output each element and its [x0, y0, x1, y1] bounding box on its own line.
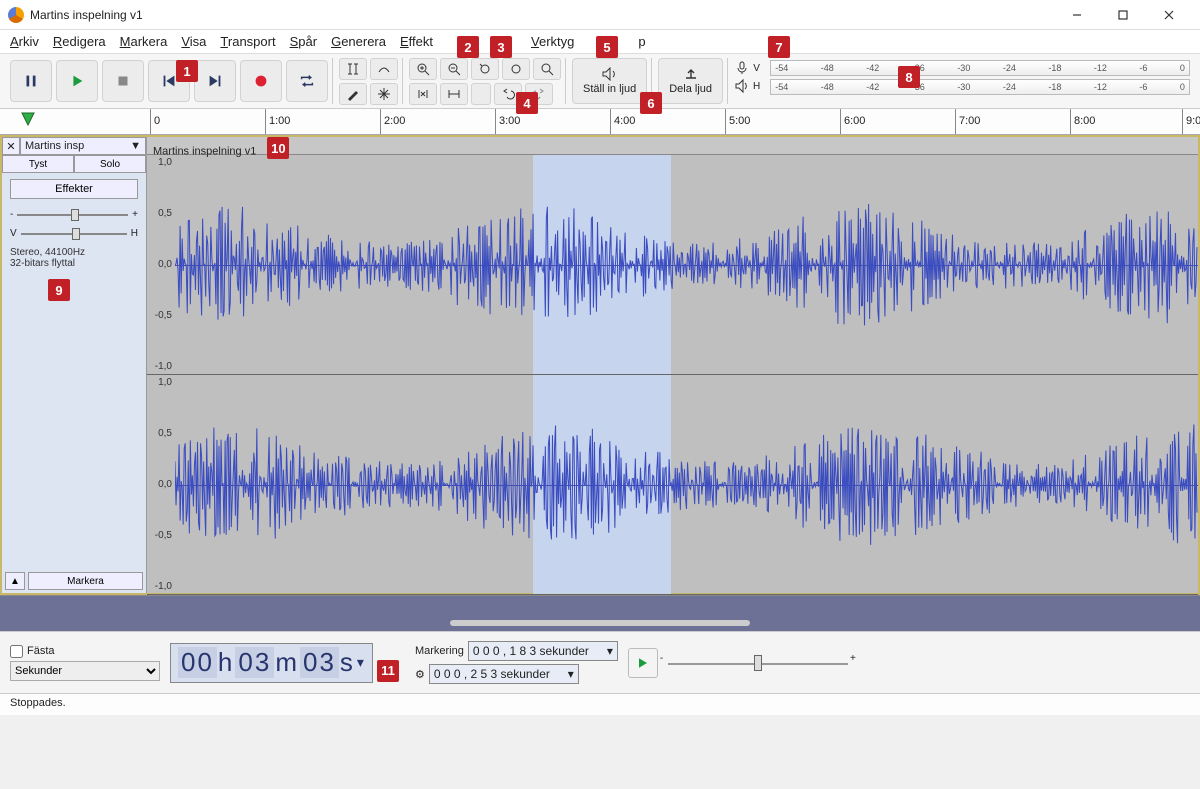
annotation-11: 11	[377, 660, 399, 682]
annotation-8: 8	[898, 66, 920, 88]
snap-checkbox[interactable]: Fästa	[10, 645, 160, 658]
track-control-panel: ✕ Martins insp▼ Tyst Solo Effekter -+ VH…	[2, 137, 147, 593]
selection-tool[interactable]	[339, 58, 367, 80]
selection-end[interactable]: 0 0 0 , 2 5 3 sekunder▾	[429, 664, 579, 684]
recording-meter[interactable]: -54-48-42-36-30-24-18-12-60	[770, 60, 1190, 76]
waveform-area[interactable]: Martins inspelning v1 10 1,00,50,0-0,5-1…	[147, 137, 1198, 593]
annotation-10: 10	[267, 137, 289, 159]
play-button[interactable]	[56, 60, 98, 102]
play-at-speed-button[interactable]	[628, 648, 658, 678]
loop-button[interactable]	[286, 60, 328, 102]
zoom-in-button[interactable]	[409, 58, 437, 80]
silence-button[interactable]	[440, 83, 468, 105]
close-button[interactable]	[1146, 0, 1192, 30]
pan-slider[interactable]: VH	[10, 228, 138, 239]
draw-tool[interactable]	[339, 83, 367, 105]
channel-left[interactable]: 1,00,50,0-0,5-1,0	[147, 155, 1198, 375]
minimize-button[interactable]	[1054, 0, 1100, 30]
titlebar: Martins inspelning v1	[0, 0, 1200, 30]
share-audio-group: Dela ljud	[654, 58, 728, 104]
stop-button[interactable]	[102, 60, 144, 102]
menu-verktyg[interactable]: Verktyg	[531, 34, 574, 49]
selection-start[interactable]: 0 0 0 , 1 8 3 sekunder▾	[468, 641, 618, 661]
fit-project-button[interactable]	[502, 58, 530, 80]
level-meters: -54-48-42-36-30-24-18-12-60 -54-48-42-36…	[766, 58, 1194, 104]
annotation-6: 6	[640, 92, 662, 114]
status-bar: Stoppades.	[0, 693, 1200, 715]
time-counter[interactable]: 00h 03m 03s ▾	[170, 643, 373, 683]
collapse-button[interactable]: ▲	[5, 572, 25, 590]
transport-group	[6, 58, 333, 104]
envelope-tool[interactable]	[370, 58, 398, 80]
track-close-button[interactable]: ✕	[2, 137, 20, 155]
horizontal-scroll-area[interactable]	[0, 595, 1200, 631]
scrollbar-thumb[interactable]	[450, 620, 750, 626]
mute-button[interactable]: Tyst	[2, 155, 74, 173]
snap-unit-select[interactable]: Sekunder	[10, 661, 160, 681]
mic-icon	[734, 60, 750, 76]
trim-button[interactable]	[409, 83, 437, 105]
menu-visa[interactable]: Visa	[181, 34, 206, 49]
bottom-toolbar: Fästa Sekunder 00h 03m 03s ▾ 11 Markerin…	[0, 631, 1200, 693]
annotation-1: 1	[176, 60, 198, 82]
tools-group	[335, 58, 403, 104]
playback-speed-slider[interactable]: - +	[668, 653, 848, 673]
track-menu[interactable]: Martins insp▼	[20, 137, 146, 155]
window-title: Martins inspelning v1	[30, 8, 1054, 22]
app-logo-icon	[8, 7, 24, 23]
menu-markera[interactable]: Markera	[120, 34, 168, 49]
annotation-4: 4	[516, 92, 538, 114]
selection-label: Markering	[415, 645, 464, 657]
track-area: ✕ Martins insp▼ Tyst Solo Effekter -+ VH…	[0, 135, 1200, 595]
annotation-3: 3	[490, 36, 512, 58]
menu-spar[interactable]: Spår	[290, 34, 317, 49]
menu-redigera[interactable]: Redigera	[53, 34, 106, 49]
timeline-ruler[interactable]: 0 1:00 2:00 3:00 4:00 5:00 6:00 7:00 8:0…	[0, 109, 1200, 135]
gain-slider[interactable]: -+	[10, 209, 138, 220]
menu-effekt[interactable]: Effekt	[400, 34, 433, 49]
menu-transport[interactable]: Transport	[220, 34, 275, 49]
speaker-icon	[734, 78, 750, 94]
zoom-group	[405, 58, 566, 104]
main-toolbar: Ställ in ljud Dela ljud V H -54-48-42-36…	[0, 53, 1200, 109]
playback-meter[interactable]: -54-48-42-36-30-24-18-12-60	[770, 79, 1190, 95]
track-info: Stereo, 44100Hz 32-bitars flyttal	[2, 243, 146, 273]
io-icons: V H	[730, 58, 764, 104]
annotation-2: 2	[457, 36, 479, 58]
menu-arkiv[interactable]: Arkiv	[10, 34, 39, 49]
zoom-out-button[interactable]	[440, 58, 468, 80]
solo-button[interactable]: Solo	[74, 155, 146, 173]
record-button[interactable]	[240, 60, 282, 102]
skip-end-button[interactable]	[194, 60, 236, 102]
menu-generera[interactable]: Generera	[331, 34, 386, 49]
playhead-icon[interactable]	[20, 111, 36, 130]
channel-right[interactable]: 1,00,50,0-0,5-1,0	[147, 375, 1198, 595]
multi-tool[interactable]	[370, 83, 398, 105]
menu-help[interactable]: p	[638, 34, 645, 49]
share-audio-button[interactable]: Dela ljud	[658, 58, 723, 104]
effects-button[interactable]: Effekter	[10, 179, 138, 199]
annotation-7: 7	[768, 36, 790, 58]
annotation-5: 5	[596, 36, 618, 58]
maximize-button[interactable]	[1100, 0, 1146, 30]
pause-button[interactable]	[10, 60, 52, 102]
zoom-toggle-button[interactable]	[533, 58, 561, 80]
select-track-button[interactable]: Markera	[28, 572, 143, 590]
annotation-9: 9	[48, 279, 70, 301]
gear-icon[interactable]: ⚙	[415, 668, 425, 681]
audio-setup-button[interactable]: Ställ in ljud	[572, 58, 647, 104]
fit-selection-button[interactable]	[471, 58, 499, 80]
